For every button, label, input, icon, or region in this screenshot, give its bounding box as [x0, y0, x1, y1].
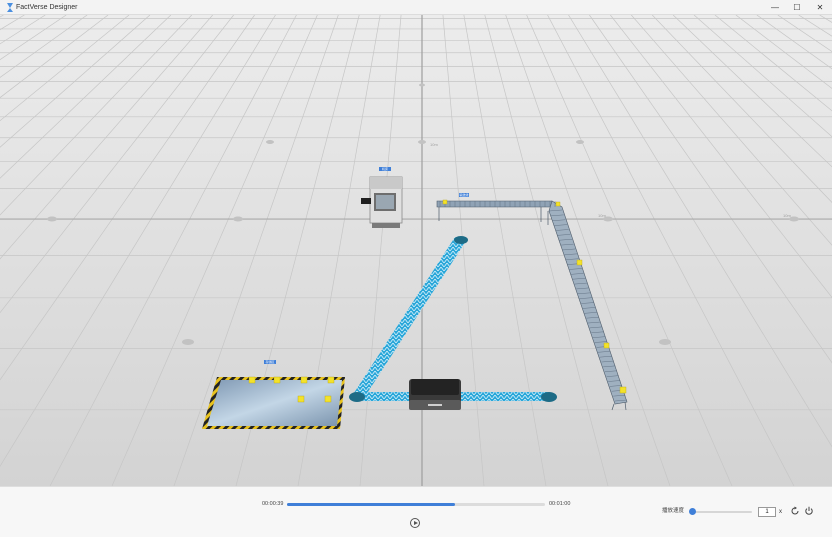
minimize-icon: —: [771, 3, 779, 12]
path-node[interactable]: [454, 236, 468, 244]
current-time: 00:00:39: [262, 501, 284, 507]
floor-background: [0, 15, 832, 486]
scene-canvas[interactable]: 10m 10m 10m 机床 输送线 存储区: [0, 15, 832, 486]
speed-slider-handle[interactable]: [689, 508, 696, 515]
close-button[interactable]: ✕: [809, 0, 831, 15]
agv-vehicle-model[interactable]: [409, 379, 461, 410]
maximize-button[interactable]: ☐: [786, 0, 808, 15]
path-node[interactable]: [349, 392, 365, 402]
playback-bar: 00:00:39 00:01:00 播放速度 1 x: [0, 486, 832, 537]
total-time: 00:01:00: [549, 501, 571, 507]
play-button[interactable]: [410, 518, 420, 528]
speed-unit: x: [779, 509, 782, 515]
speed-label: 播放速度: [662, 508, 685, 514]
window-title: FactVerse Designer: [16, 4, 78, 11]
grid-label: 10m: [430, 142, 438, 147]
power-icon[interactable]: [804, 506, 814, 516]
timeline-progress: [287, 503, 455, 506]
scene-viewport[interactable]: 10m 10m 10m 机床 输送线 存储区: [0, 15, 832, 486]
machine-tag-label: 机床: [382, 166, 388, 171]
grid-label: 10m: [783, 213, 791, 218]
speed-slider[interactable]: [692, 511, 752, 513]
maximize-icon: ☐: [793, 3, 801, 12]
app-logo-icon: [7, 3, 13, 12]
storage-tag-label: 存储区: [265, 359, 274, 364]
reset-icon[interactable]: [790, 506, 800, 516]
path-node[interactable]: [541, 392, 557, 402]
conveyor-tag-label: 输送线: [459, 192, 468, 197]
speed-input[interactable]: 1: [758, 507, 776, 517]
grid-label: 10m: [598, 213, 606, 218]
timeline-slider[interactable]: [287, 503, 545, 506]
minimize-button[interactable]: —: [764, 0, 786, 15]
title-bar: FactVerse Designer — ☐ ✕: [0, 0, 832, 15]
close-icon: ✕: [816, 3, 824, 12]
